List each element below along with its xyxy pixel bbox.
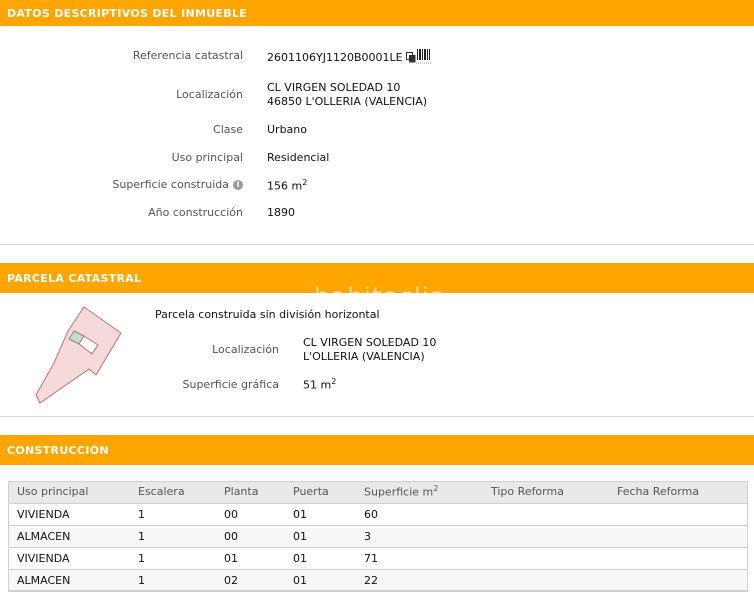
cell-planta: 00	[215, 503, 284, 526]
parcela-superficie-value: 51 m2	[303, 377, 336, 392]
col-uso: Uso principal	[8, 481, 129, 504]
clase-label: Clase	[213, 123, 243, 136]
uso-value: Residencial	[267, 151, 330, 164]
cell-puerta: 01	[284, 503, 355, 526]
col-tipo-reforma: Tipo Reforma	[482, 481, 608, 504]
referencia-text[interactable]: 2601106YJ1120B0001LE	[267, 51, 403, 64]
parcela-superficie-label: Superficie gráfica	[182, 378, 280, 391]
anio-value: 1890	[267, 206, 295, 219]
col-superficie-text: Superficie m	[364, 486, 434, 500]
cell-planta: 00	[215, 525, 284, 548]
cell-uso: VIVIENDA	[8, 503, 129, 526]
referencia-value: 2601106YJ1120B0001LE	[267, 51, 416, 64]
cell-fecha-reforma	[608, 547, 748, 570]
cell-planta: 01	[215, 547, 284, 570]
col-superficie-sup: 2	[433, 484, 439, 494]
col-planta: Planta	[215, 481, 284, 504]
cell-fecha-reforma	[608, 525, 748, 548]
localizacion-label: Localización	[176, 88, 243, 101]
datos-header-title: DATOS DESCRIPTIVOS DEL INMUEBLE	[7, 6, 248, 20]
cell-puerta: 01	[284, 525, 355, 548]
superficie-construida-sup: 2	[302, 178, 308, 187]
barcode-icon[interactable]	[416, 48, 431, 64]
col-escalera: Escalera	[129, 481, 215, 504]
referencia-label: Referencia catastral	[132, 49, 243, 62]
cell-fecha-reforma	[608, 503, 748, 526]
localizacion-line1: CL VIRGEN SOLEDAD 10	[267, 81, 401, 94]
cell-superficie: 71	[355, 547, 482, 570]
cell-escalera: 1	[129, 503, 215, 526]
parcel-shape	[35, 306, 122, 404]
construccion-header-title: CONSTRUCCIÓN	[7, 443, 109, 457]
cell-uso: ALMACEN	[8, 525, 129, 548]
datos-header: DATOS DESCRIPTIVOS DEL INMUEBLE	[0, 0, 754, 26]
uso-label: Uso principal	[171, 151, 243, 164]
parcela-superficie-number: 51 m	[303, 378, 332, 392]
construccion-table: Uso principal Escalera Planta Puerta Sup…	[8, 481, 748, 592]
cell-tipo-reforma	[482, 547, 608, 570]
parcela-localizacion-line1: CL VIRGEN SOLEDAD 10	[303, 336, 437, 349]
cell-superficie: 60	[355, 503, 482, 526]
superficie-construida-label: Superficie construida i	[60, 178, 243, 191]
table-row: VIVIENDA 1 01 01 71	[8, 547, 748, 570]
cell-superficie: 22	[355, 569, 482, 592]
cell-tipo-reforma	[482, 525, 608, 548]
info-icon[interactable]: i	[233, 179, 243, 190]
table-header-row: Uso principal Escalera Planta Puerta Sup…	[8, 481, 748, 504]
parcela-descripcion: Parcela construida sin división horizont…	[155, 308, 380, 321]
cell-puerta: 01	[284, 547, 355, 570]
cell-superficie: 3	[355, 525, 482, 548]
superficie-construida-text: Superficie construida	[112, 178, 229, 191]
cell-escalera: 1	[129, 525, 215, 548]
col-puerta: Puerta	[284, 481, 355, 504]
parcel-map[interactable]	[34, 303, 126, 407]
cell-tipo-reforma	[482, 569, 608, 592]
parcela-localizacion-label: Localización	[212, 343, 279, 356]
parcela-superficie-sup: 2	[331, 377, 337, 386]
parcel-map-svg	[35, 306, 122, 404]
cell-planta: 02	[215, 569, 284, 592]
superficie-construida-value: 156 m2	[267, 178, 307, 193]
cell-puerta: 01	[284, 569, 355, 592]
parcela-header-title: PARCELA CATASTRAL	[7, 271, 142, 285]
cell-fecha-reforma	[608, 569, 748, 592]
clase-value: Urbano	[267, 123, 307, 136]
cell-uso: ALMACEN	[8, 569, 129, 592]
construccion-header: CONSTRUCCIÓN	[0, 435, 754, 465]
cell-escalera: 1	[129, 569, 215, 592]
table-row: ALMACEN 1 00 01 3	[8, 525, 748, 548]
col-fecha-reforma: Fecha Reforma	[608, 481, 748, 504]
table-row: ALMACEN 1 02 01 22	[8, 569, 748, 592]
parcela-localizacion-line2: L'OLLERIA (VALENCIA)	[303, 350, 425, 363]
col-superficie: Superficie m2	[355, 481, 482, 504]
cell-tipo-reforma	[482, 503, 608, 526]
table-row: VIVIENDA 1 00 01 60	[8, 503, 748, 526]
localizacion-line2: 46850 L'OLLERIA (VALENCIA)	[267, 95, 428, 108]
cell-uso: VIVIENDA	[8, 547, 129, 570]
cell-escalera: 1	[129, 547, 215, 570]
copy-icon[interactable]	[405, 52, 416, 63]
superficie-construida-number: 156 m	[267, 179, 303, 193]
anio-label: Año construcción	[148, 206, 243, 219]
